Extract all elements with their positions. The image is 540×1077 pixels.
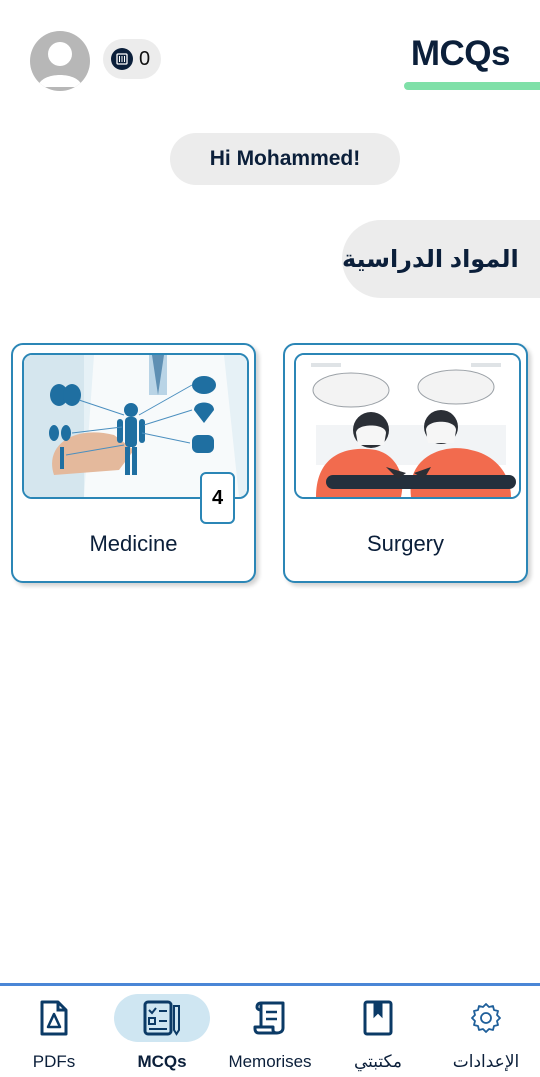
nav-label: Memorises [228,1052,312,1071]
coin-icon [111,48,133,70]
subject-card-medicine[interactable]: 4 Medicine [11,343,256,583]
surgery-image [294,353,521,499]
section-title: المواد الدراسية [342,220,540,298]
nav-item-settings[interactable]: الإعدادات [432,986,540,1077]
nav-label: PDFs [32,1052,76,1071]
nav-label: الإعدادات [452,1052,520,1071]
nav-label: MCQs [137,1052,187,1071]
checklist-icon [142,1000,182,1036]
nav-item-memorises[interactable]: Memorises [216,986,324,1077]
subject-card-surgery[interactable]: Surgery [283,343,528,583]
greeting-chip: Hi Mohammed! [170,133,400,185]
subject-label: Surgery [366,531,445,556]
subject-label: Medicine [89,531,178,556]
question-count-badge: 4 [200,472,235,524]
title-underline [404,82,540,90]
coin-balance[interactable]: 0 [103,39,161,79]
nav-item-pdfs[interactable]: PDFs [0,986,108,1077]
bookmark-book-icon [358,1000,398,1036]
nav-label: مكتبتي [353,1052,403,1071]
pdf-icon [34,1000,74,1036]
user-icon [38,42,82,87]
avatar[interactable] [30,31,90,91]
scroll-icon [250,1000,290,1036]
gear-icon [466,1000,506,1036]
nav-item-my-library[interactable]: مكتبتي [324,986,432,1077]
nav-item-mcqs[interactable]: MCQs [108,986,216,1077]
coin-count: 0 [139,47,151,70]
page-title: MCQs [410,34,511,73]
bottom-navigation: PDFs MCQs Memorises مكتبتي الإعدادات [0,983,540,1077]
